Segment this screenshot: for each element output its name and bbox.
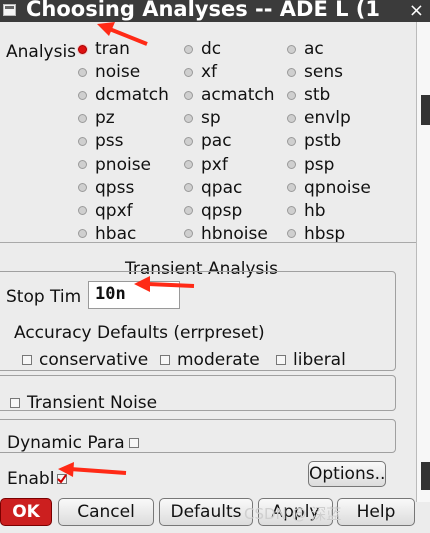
analysis-option-pac[interactable]: pac bbox=[184, 131, 232, 151]
radio-button-icon[interactable] bbox=[287, 229, 296, 239]
window-title: Choosing Analyses -- ADE L (1 bbox=[26, 0, 381, 21]
analysis-option-qpsp[interactable]: qpsp bbox=[184, 201, 242, 221]
analysis-option-pz[interactable]: pz bbox=[78, 108, 115, 128]
watermark: CSDN @ 深蓝 bbox=[244, 505, 342, 523]
radio-button-icon[interactable] bbox=[287, 67, 296, 77]
radio-button-icon[interactable] bbox=[184, 67, 193, 77]
radio-button-icon[interactable] bbox=[184, 206, 193, 216]
analysis-option-dcmatch[interactable]: dcmatch bbox=[78, 85, 169, 105]
checkbox-icon[interactable] bbox=[276, 355, 286, 365]
radio-button-icon[interactable] bbox=[78, 67, 87, 77]
divider bbox=[0, 242, 416, 243]
analysis-option-xf[interactable]: xf bbox=[184, 62, 217, 82]
title-bar: Choosing Analyses -- ADE L (1 × bbox=[0, 0, 430, 22]
enable-checkbox[interactable]: Enabl bbox=[7, 469, 68, 489]
radio-button-icon[interactable] bbox=[287, 183, 296, 193]
analysis-option-hbnoise[interactable]: hbnoise bbox=[184, 224, 268, 244]
accuracy-label: Accuracy Defaults (errpreset) bbox=[14, 323, 265, 343]
analysis-option-envlp[interactable]: envlp bbox=[287, 108, 351, 128]
analysis-option-hb[interactable]: hb bbox=[287, 201, 326, 221]
options-button[interactable]: Options.. bbox=[308, 461, 386, 487]
radio-button-icon[interactable] bbox=[78, 136, 87, 146]
analysis-option-dc[interactable]: dc bbox=[184, 39, 221, 59]
analysis-option-pxf[interactable]: pxf bbox=[184, 155, 228, 175]
defaults-button[interactable]: Defaults bbox=[159, 498, 253, 526]
stop-time-input[interactable]: 10n bbox=[88, 281, 180, 309]
analysis-option-sp[interactable]: sp bbox=[184, 108, 221, 128]
stop-time-label: Stop Tim bbox=[6, 287, 82, 307]
checkbox-icon[interactable] bbox=[10, 398, 20, 408]
analysis-option-qpss[interactable]: qpss bbox=[78, 178, 134, 198]
analysis-option-pss[interactable]: pss bbox=[78, 131, 124, 151]
radio-button-icon[interactable] bbox=[287, 160, 296, 169]
radio-button-icon[interactable] bbox=[184, 44, 193, 54]
accuracy-liberal[interactable]: liberal bbox=[276, 350, 346, 370]
radio-button-icon[interactable] bbox=[287, 113, 296, 123]
accuracy-conservative[interactable]: conservative bbox=[22, 350, 148, 370]
background-window-strip bbox=[416, 22, 430, 502]
analysis-option-qpxf[interactable]: qpxf bbox=[78, 201, 133, 221]
analysis-option-psp[interactable]: psp bbox=[287, 155, 334, 175]
radio-button-icon[interactable] bbox=[184, 160, 193, 169]
radio-button-icon[interactable] bbox=[78, 229, 87, 239]
analysis-option-hbac[interactable]: hbac bbox=[78, 224, 136, 244]
checkbox-checked-icon[interactable] bbox=[57, 474, 68, 484]
analysis-option-acmatch[interactable]: acmatch bbox=[184, 85, 275, 105]
radio-button-icon[interactable] bbox=[78, 90, 87, 100]
analysis-label: Analysis bbox=[6, 42, 77, 62]
analysis-option-stb[interactable]: stb bbox=[287, 85, 330, 105]
radio-button-icon[interactable] bbox=[184, 136, 193, 146]
analysis-option-ac[interactable]: ac bbox=[287, 39, 324, 59]
help-button[interactable]: Help bbox=[337, 498, 415, 526]
analysis-option-qpac[interactable]: qpac bbox=[184, 178, 242, 198]
analysis-option-pnoise[interactable]: pnoise bbox=[78, 155, 151, 175]
transient-noise-checkbox[interactable]: Transient Noise bbox=[10, 393, 157, 413]
window-menu-icon[interactable] bbox=[3, 4, 16, 16]
analysis-option-hbsp[interactable]: hbsp bbox=[287, 224, 345, 244]
radio-button-icon[interactable] bbox=[184, 229, 193, 239]
radio-button-icon[interactable] bbox=[287, 136, 296, 146]
ok-button[interactable]: OK bbox=[0, 498, 52, 526]
radio-button-icon[interactable] bbox=[184, 113, 193, 123]
radio-button-icon[interactable] bbox=[78, 183, 87, 193]
radio-button-icon[interactable] bbox=[184, 183, 193, 193]
checkbox-icon[interactable] bbox=[160, 355, 170, 365]
close-icon[interactable]: × bbox=[409, 0, 424, 21]
radio-button-icon[interactable] bbox=[287, 206, 296, 216]
radio-button-icon[interactable] bbox=[78, 44, 87, 54]
analysis-option-sens[interactable]: sens bbox=[287, 62, 343, 82]
accuracy-moderate[interactable]: moderate bbox=[160, 350, 260, 370]
analysis-option-noise[interactable]: noise bbox=[78, 62, 140, 82]
radio-button-icon[interactable] bbox=[78, 160, 87, 169]
radio-button-icon[interactable] bbox=[287, 90, 296, 100]
analysis-option-pstb[interactable]: pstb bbox=[287, 131, 341, 151]
dynamic-param-checkbox[interactable]: Dynamic Para bbox=[7, 433, 139, 453]
cancel-button[interactable]: Cancel bbox=[58, 498, 154, 526]
checkbox-icon[interactable] bbox=[128, 438, 139, 448]
radio-button-icon[interactable] bbox=[78, 113, 87, 123]
analysis-option-tran[interactable]: tran bbox=[78, 39, 130, 59]
radio-button-icon[interactable] bbox=[78, 206, 87, 216]
checkbox-icon[interactable] bbox=[22, 355, 32, 365]
radio-button-icon[interactable] bbox=[287, 44, 296, 54]
analysis-option-qpnoise[interactable]: qpnoise bbox=[287, 178, 371, 198]
radio-button-icon[interactable] bbox=[184, 90, 193, 100]
